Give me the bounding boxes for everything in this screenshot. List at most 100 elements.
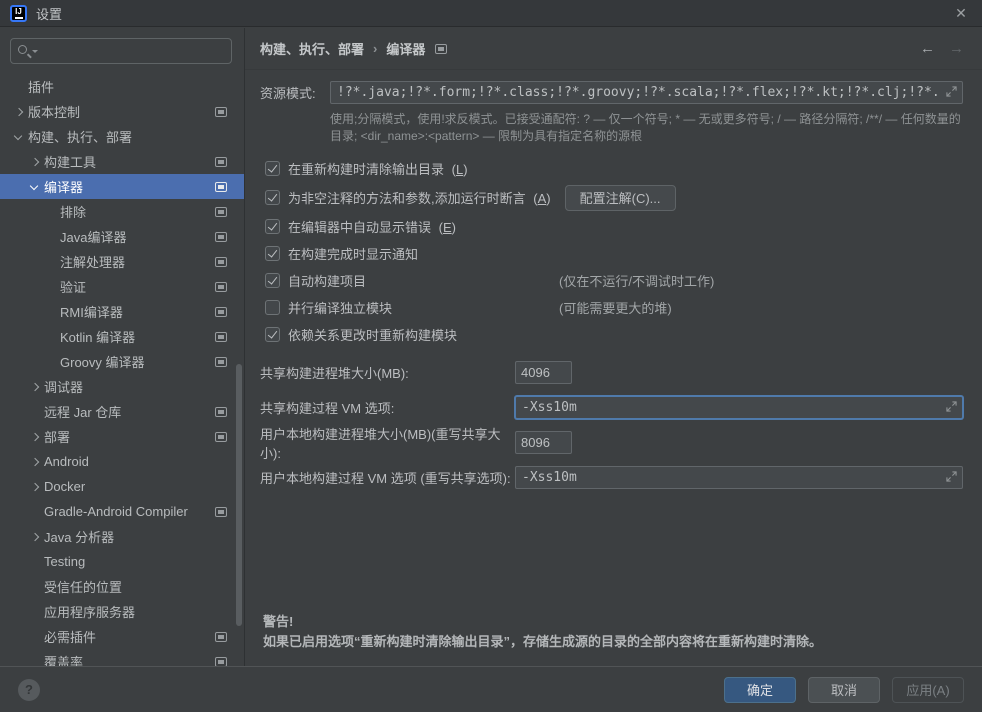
tree-item[interactable]: 编译器: [0, 174, 244, 199]
expand-arrow-icon[interactable]: [31, 185, 44, 189]
tree-item[interactable]: Groovy 编译器: [0, 349, 244, 374]
tree-item-label: 必需插件: [44, 627, 96, 646]
expand-arrow-icon[interactable]: [31, 484, 44, 490]
screen-settings-icon: [215, 332, 227, 342]
expand-arrow-icon[interactable]: [15, 135, 28, 139]
help-icon[interactable]: ?: [18, 679, 40, 701]
tree-item[interactable]: 部署: [0, 424, 244, 449]
screen-settings-icon: [215, 107, 227, 117]
warning-text: 如果已启用选项“重新构建时清除输出目录”，存储生成源的目录的全部内容将在重新构建…: [263, 632, 822, 652]
breadcrumb-bar: 构建、执行、部署 › 编译器 ← →: [245, 28, 982, 70]
tree-item[interactable]: Java 分析器: [0, 524, 244, 549]
tree-item-label: Docker: [44, 479, 85, 494]
expand-arrow-icon[interactable]: [31, 384, 44, 390]
resource-patterns-help: 使用;分隔模式，使用!求反模式。已接受通配符: ? — 仅一个符号; * — 无…: [330, 111, 963, 145]
tree-item[interactable]: 构建工具: [0, 149, 244, 174]
breadcrumb-parent[interactable]: 构建、执行、部署: [260, 39, 364, 58]
cancel-button[interactable]: 取消: [808, 677, 880, 703]
expand-arrow-icon[interactable]: [31, 534, 44, 540]
tree-item[interactable]: Gradle-Android Compiler: [0, 499, 244, 524]
tree-item[interactable]: 覆盖率: [0, 649, 244, 666]
checkbox[interactable]: [265, 246, 280, 261]
checkbox-row: 依赖关系更改时重新构建模块: [265, 321, 963, 348]
tree-item-label: 覆盖率: [44, 652, 83, 666]
tree-item[interactable]: 远程 Jar 仓库: [0, 399, 244, 424]
checkbox[interactable]: [265, 273, 280, 288]
tree-item-label: Kotlin 编译器: [60, 327, 135, 346]
tree-item[interactable]: 构建、执行、部署: [0, 124, 244, 149]
field-row: 用户本地构建过程 VM 选项 (重写共享选项):: [260, 460, 963, 495]
screen-settings-icon: [215, 182, 227, 192]
tree-item-label: 部署: [44, 427, 70, 446]
checkbox-row: 在重新构建时清除输出目录 (L): [265, 155, 963, 182]
tree-item-label: Java编译器: [60, 227, 126, 246]
expand-arrow-icon[interactable]: [31, 159, 44, 165]
checkbox-label-text: 为非空注释的方法和参数,添加运行时断言: [288, 191, 526, 206]
expand-icon[interactable]: [946, 471, 957, 482]
tree-item-label: Android: [44, 454, 89, 469]
field-row: 共享构建过程 VM 选项:: [260, 390, 963, 425]
expand-arrow-icon[interactable]: [31, 459, 44, 465]
tree-item[interactable]: 受信任的位置: [0, 574, 244, 599]
tree-item-label: 版本控制: [28, 102, 80, 121]
resource-patterns-input-wrap: [330, 81, 963, 104]
checkbox-label: 在构建完成时显示通知: [288, 244, 418, 263]
tree-item[interactable]: Kotlin 编译器: [0, 324, 244, 349]
field-input-wrap: [515, 466, 963, 489]
ok-button[interactable]: 确定: [724, 677, 796, 703]
tree-item-label: Testing: [44, 554, 85, 569]
field-input[interactable]: [515, 396, 963, 419]
tree-item-label: Gradle-Android Compiler: [44, 504, 188, 519]
checkbox[interactable]: [265, 219, 280, 234]
back-arrow-icon[interactable]: ←: [920, 40, 935, 57]
checkbox-label: 在编辑器中自动显示错误 (E): [288, 217, 456, 236]
tree-item[interactable]: Docker: [0, 474, 244, 499]
tree-item[interactable]: RMI编译器: [0, 299, 244, 324]
resource-patterns-input[interactable]: [330, 81, 963, 104]
checkbox[interactable]: [265, 327, 280, 342]
search-input[interactable]: [10, 38, 232, 64]
intellij-logo-icon: IJ: [10, 5, 27, 22]
field-input[interactable]: [515, 361, 572, 384]
checkbox-label-text: 自动构建项目: [288, 274, 366, 289]
settings-main-pane: 构建、执行、部署 › 编译器 ← → 资源模式:: [245, 28, 982, 666]
tree-item[interactable]: 插件: [0, 74, 244, 99]
expand-icon[interactable]: [946, 86, 957, 97]
tree-item[interactable]: 注解处理器: [0, 249, 244, 274]
tree-item[interactable]: 版本控制: [0, 99, 244, 124]
tree-item[interactable]: 调试器: [0, 374, 244, 399]
tree-item[interactable]: 必需插件: [0, 624, 244, 649]
tree-item-label: 远程 Jar 仓库: [44, 402, 121, 421]
tree-item[interactable]: Android: [0, 449, 244, 474]
checkbox-label-text: 在重新构建时清除输出目录: [288, 162, 444, 177]
tree-item-label: 构建、执行、部署: [28, 127, 132, 146]
tree-item[interactable]: 验证: [0, 274, 244, 299]
field-input[interactable]: [515, 431, 572, 454]
checkbox-row: 在构建完成时显示通知: [265, 240, 963, 267]
tree-item-label: Java 分析器: [44, 527, 114, 546]
tree-item[interactable]: 应用程序服务器: [0, 599, 244, 624]
checkbox[interactable]: [265, 300, 280, 315]
expand-arrow-icon[interactable]: [15, 109, 28, 115]
tree-item-label: 构建工具: [44, 152, 96, 171]
configure-annotations-button[interactable]: 配置注解(C)...: [565, 185, 676, 211]
checkbox-label-text: 依赖关系更改时重新构建模块: [288, 328, 457, 343]
tree-item-label: 调试器: [44, 377, 83, 396]
expand-icon[interactable]: [946, 401, 957, 412]
dialog-body: 插件 版本控制 构建、执行、部署: [0, 28, 982, 666]
checkbox[interactable]: [265, 161, 280, 176]
tree-item[interactable]: 排除: [0, 199, 244, 224]
search-options-caret-icon[interactable]: [32, 50, 38, 53]
tree-item[interactable]: Testing: [0, 549, 244, 574]
checkbox-row: 自动构建项目 (仅在不运行/不调试时工作): [265, 267, 963, 294]
checkbox-label: 在重新构建时清除输出目录 (L): [288, 159, 468, 178]
field-input[interactable]: [515, 466, 963, 489]
field-input-wrap: [515, 361, 572, 384]
screen-settings-icon: [215, 432, 227, 442]
checkbox[interactable]: [265, 190, 280, 205]
close-icon[interactable]: ✕: [950, 5, 972, 22]
tree-item-label: 受信任的位置: [44, 577, 122, 596]
tree-item[interactable]: Java编译器: [0, 224, 244, 249]
sidebar-scrollbar[interactable]: [236, 364, 242, 626]
expand-arrow-icon[interactable]: [31, 434, 44, 440]
